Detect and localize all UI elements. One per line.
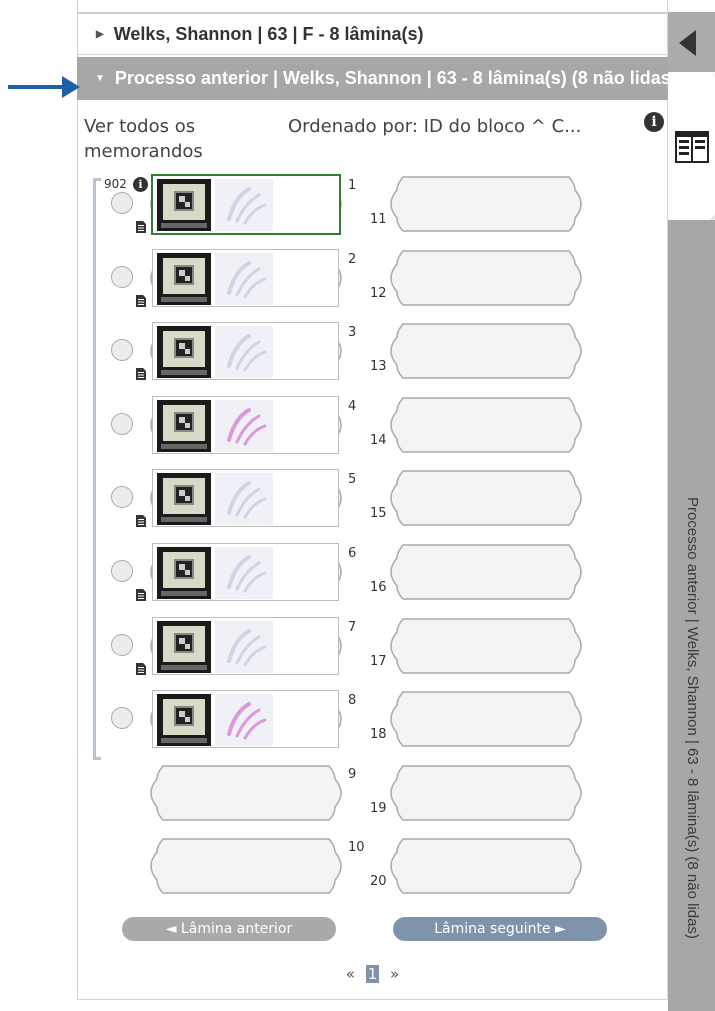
slot-number: 15 (370, 506, 387, 522)
next-slide-button[interactable]: Lâmina seguinte ► (393, 917, 607, 941)
pagination: « 1 » (0, 965, 715, 983)
expanded-triangle-icon: ▼ (95, 73, 105, 84)
memo-document-icon[interactable] (135, 367, 147, 381)
slide-select-radio[interactable] (111, 560, 133, 582)
slide-thumbnail[interactable] (152, 616, 339, 675)
slot-number: 12 (370, 285, 387, 301)
slot-number: 20 (370, 874, 387, 890)
slide-select-radio[interactable] (111, 192, 133, 214)
slide-label-image (157, 252, 211, 305)
slide-slot-18[interactable] (383, 689, 589, 749)
slot-number: 5 (348, 472, 357, 488)
slide-slot-11[interactable] (383, 174, 589, 234)
slide-slot-13[interactable] (383, 321, 589, 381)
slide-slot-16[interactable] (383, 542, 589, 602)
memo-document-icon[interactable] (135, 588, 147, 602)
slide-select-radio[interactable] (111, 412, 133, 435)
pointer-arrow-icon (8, 76, 80, 98)
slot-number: 8 (348, 693, 357, 709)
tissue-image (215, 694, 273, 747)
memo-document-icon[interactable] (135, 220, 147, 234)
slide-thumbnail[interactable] (152, 322, 339, 381)
collapse-panel-button[interactable] (668, 12, 715, 72)
previous-slide-button[interactable]: ◄ Lâmina anterior (122, 917, 336, 941)
slot-number: 16 (370, 580, 387, 595)
slot-number: 4 (348, 398, 357, 414)
slot-number: 11 (370, 212, 387, 227)
slot-number: 10 (348, 840, 365, 856)
tissue-image (215, 179, 273, 231)
slot-number: 19 (370, 800, 387, 816)
info-icon[interactable]: i (644, 112, 664, 132)
slide-thumbnail[interactable] (152, 543, 339, 601)
slide-thumbnail[interactable] (151, 174, 341, 235)
tissue-image (215, 252, 273, 305)
slide-slot-20[interactable] (383, 836, 589, 896)
block-id: 902 (104, 177, 127, 191)
slide-slot-19[interactable] (383, 763, 589, 823)
layout-columns-icon[interactable] (675, 130, 709, 164)
slide-thumbnail[interactable] (152, 395, 339, 454)
tissue-image (215, 620, 273, 673)
collapsed-triangle-icon: ▶ (96, 28, 104, 40)
slot-number: 18 (370, 727, 387, 743)
slide-label-image (157, 399, 211, 452)
memo-document-icon[interactable] (135, 294, 147, 308)
slot-number: 9 (348, 766, 357, 782)
slot-number: 2 (348, 251, 357, 267)
case-header-expanded[interactable]: ▼ Processo anterior | Welks, Shannon | 6… (77, 57, 668, 100)
tissue-image (215, 547, 273, 599)
slot-number: 17 (370, 653, 387, 669)
slot-number: 14 (370, 432, 387, 448)
view-all-memos-link[interactable]: Ver todos os memorandos (84, 114, 244, 164)
pager-next[interactable]: » (390, 965, 399, 983)
tissue-image (215, 326, 273, 379)
block-bracket (93, 178, 101, 760)
slide-slot-14[interactable] (383, 395, 589, 455)
memo-document-icon[interactable] (135, 514, 147, 528)
sort-selector[interactable]: Ordenado por: ID do bloco ^ C... (288, 114, 581, 139)
slide-thumbnail[interactable] (152, 690, 339, 749)
slide-label-image (157, 620, 211, 673)
slot-number: 6 (348, 546, 357, 561)
slide-label-image (157, 547, 211, 599)
slide-select-radio[interactable] (111, 633, 133, 656)
tissue-image (215, 473, 273, 526)
pager-current-page[interactable]: 1 (365, 965, 380, 983)
slot-number: 7 (348, 619, 357, 635)
slide-label-image (157, 326, 211, 379)
slot-number: 1 (348, 178, 357, 193)
case-side-tab-label: Processo anterior | Welks, Shannon | 63 … (684, 497, 701, 939)
case-header-collapsed[interactable]: ▶ Welks, Shannon | 63 | F - 8 lâmina(s) (77, 12, 668, 55)
slot-number: 3 (348, 325, 357, 341)
slide-slot-15[interactable] (383, 468, 589, 528)
slide-label-image (157, 694, 211, 747)
slide-slot-12[interactable] (383, 248, 589, 308)
pager-prev[interactable]: « (346, 965, 355, 983)
chevron-left-icon (679, 30, 696, 56)
slide-slot-17[interactable] (383, 616, 589, 676)
slide-slot-9[interactable] (143, 763, 349, 823)
slide-slot-10[interactable] (143, 836, 349, 896)
case-header-collapsed-label: Welks, Shannon | 63 | F - 8 lâmina(s) (113, 23, 424, 44)
slide-thumbnail[interactable] (152, 248, 339, 307)
slot-number: 13 (370, 359, 387, 375)
slide-label-image (157, 179, 211, 231)
slide-select-radio[interactable] (111, 265, 133, 288)
slide-label-image (157, 473, 211, 526)
slide-thumbnail[interactable] (152, 469, 339, 528)
tissue-image (215, 399, 273, 452)
case-header-expanded-label: Processo anterior | Welks, Shannon | 63 … (114, 68, 668, 88)
memo-document-icon[interactable] (135, 662, 147, 676)
